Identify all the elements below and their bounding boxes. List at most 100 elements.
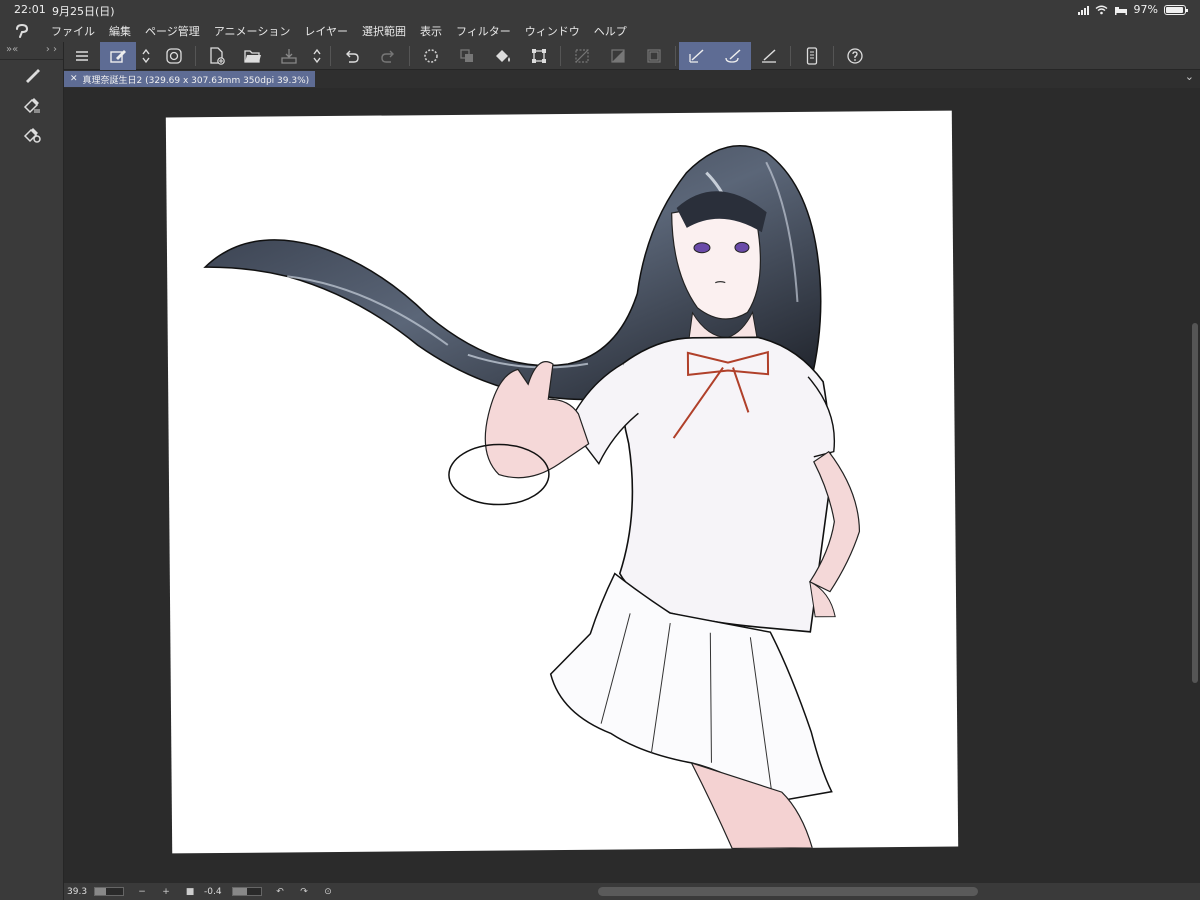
cellular-signal-icon <box>1077 5 1089 15</box>
select-all-icon <box>647 48 661 63</box>
separator <box>675 45 676 66</box>
menu-selection[interactable]: 選択範囲 <box>355 23 413 39</box>
up-down-chevron-icon <box>313 48 321 63</box>
chevron-down-icon[interactable]: ⌄ <box>1185 70 1194 83</box>
pen-icon <box>26 69 40 83</box>
reset-rotation-icon[interactable]: ⊙ <box>316 887 340 897</box>
invert-selection-button[interactable] <box>600 42 636 70</box>
close-tab-icon[interactable]: ✕ <box>70 74 78 84</box>
save-button[interactable] <box>271 42 307 70</box>
copy-icon <box>460 48 473 62</box>
eraser-gear-icon <box>23 128 41 143</box>
snap-grid-icon <box>762 48 776 63</box>
vertical-scrollbar[interactable] <box>1192 323 1198 683</box>
snap-ruler-button[interactable] <box>679 41 715 70</box>
edit-mode-button[interactable] <box>100 41 136 70</box>
up-down-chevron-icon <box>142 48 150 63</box>
smartphone-icon <box>806 46 818 65</box>
mode-toggle-button[interactable] <box>136 42 156 70</box>
menu-view[interactable]: 表示 <box>413 23 449 39</box>
deselect-icon <box>575 48 589 63</box>
transform-icon <box>532 48 546 63</box>
open-file-button[interactable] <box>235 42 271 70</box>
hamburger-icon <box>76 50 88 61</box>
copy-layer-button[interactable] <box>449 42 485 70</box>
smartphone-button[interactable] <box>794 42 830 70</box>
companion-mode-button[interactable] <box>156 42 192 70</box>
app-logo-icon[interactable] <box>0 24 44 38</box>
menu-window[interactable]: ウィンドウ <box>518 23 587 39</box>
expand-right-icon[interactable]: › › <box>46 44 57 57</box>
undo-icon <box>346 50 359 63</box>
command-bar <box>64 41 1200 70</box>
zoom-value[interactable]: 39.3 <box>64 887 94 897</box>
zoom-slider[interactable] <box>94 887 124 896</box>
battery-icon <box>1164 4 1188 15</box>
tool-palette: »« › › <box>0 42 64 900</box>
save-options-toggle[interactable] <box>307 42 327 70</box>
fit-screen-button[interactable]: ■ <box>178 887 202 897</box>
new-file-icon <box>210 46 225 65</box>
snap-special-ruler-button[interactable] <box>715 41 751 70</box>
document-tab-bar: ✕ 真理奈誕生日2 (329.69 x 307.63mm 350dpi 39.3… <box>64 70 1200 88</box>
rotation-slider[interactable] <box>232 887 262 896</box>
eraser-settings-tool[interactable] <box>0 120 64 150</box>
save-icon <box>281 48 297 64</box>
snap-special-ruler-icon <box>725 48 741 63</box>
transform-button[interactable] <box>521 42 557 70</box>
rotate-left-icon[interactable]: ↶ <box>268 887 292 897</box>
spinner-icon <box>424 48 438 63</box>
help-icon <box>847 47 863 64</box>
select-all-button[interactable] <box>636 42 672 70</box>
snap-grid-button[interactable] <box>751 42 787 70</box>
menu-page[interactable]: ページ管理 <box>138 23 207 39</box>
menu-bar: ファイル 編集 ページ管理 アニメーション レイヤー 選択範囲 表示 フィルター… <box>0 20 1200 42</box>
eraser-icon <box>23 98 40 114</box>
loading-button[interactable] <box>413 42 449 70</box>
collapse-left-icon[interactable]: »« <box>6 44 18 57</box>
status-time: 22:01 <box>14 3 46 16</box>
separator <box>330 45 331 66</box>
invert-selection-icon <box>611 48 625 63</box>
new-file-button[interactable] <box>199 42 235 70</box>
bottom-nav-bar: 39.3 − + ■ -0.4 ↶ ↷ ⊙ <box>64 883 1200 900</box>
menu-layer[interactable]: レイヤー <box>297 23 355 39</box>
menu-animation[interactable]: アニメーション <box>207 23 298 39</box>
separator <box>560 45 561 66</box>
undo-button[interactable] <box>334 42 370 70</box>
status-date: 9月25日(日) <box>52 5 115 18</box>
menu-filter[interactable]: フィルター <box>449 23 518 39</box>
menu-help[interactable]: ヘルプ <box>587 23 634 39</box>
separator <box>195 45 196 66</box>
palette-collapse-controls[interactable]: »« › › <box>0 42 63 60</box>
folder-open-icon <box>244 49 261 63</box>
deselect-button[interactable] <box>564 42 600 70</box>
edit-mode-icon <box>110 49 126 63</box>
horizontal-scrollbar[interactable] <box>598 887 978 896</box>
zoom-in-button[interactable]: + <box>154 887 178 897</box>
wifi-icon <box>1095 5 1107 14</box>
battery-percent: 97% <box>1133 3 1158 16</box>
artwork-illustration <box>203 145 861 850</box>
separator <box>790 45 791 66</box>
separator <box>409 45 410 66</box>
menu-file[interactable]: ファイル <box>44 23 102 39</box>
spiral-icon <box>166 47 182 64</box>
canvas-paper[interactable] <box>165 110 959 854</box>
redo-icon <box>381 50 394 63</box>
rotation-value[interactable]: -0.4 <box>202 887 232 897</box>
status-bar: 22:01 9月25日(日) 97% <box>0 0 1200 20</box>
bed-icon <box>1114 6 1127 15</box>
document-tab-label: 真理奈誕生日2 (329.69 x 307.63mm 350dpi 39.3%) <box>82 75 310 86</box>
menu-edit[interactable]: 編集 <box>102 23 138 39</box>
eraser-tool[interactable] <box>0 90 64 120</box>
help-button[interactable] <box>837 42 873 70</box>
fill-button[interactable] <box>485 42 521 70</box>
rotate-right-icon[interactable]: ↷ <box>292 887 316 897</box>
document-tab[interactable]: ✕ 真理奈誕生日2 (329.69 x 307.63mm 350dpi 39.3… <box>64 71 316 87</box>
hamburger-menu-button[interactable] <box>64 42 100 70</box>
redo-button[interactable] <box>370 42 406 70</box>
canvas-area[interactable] <box>64 88 1200 883</box>
pen-tool[interactable] <box>0 60 64 90</box>
zoom-out-button[interactable]: − <box>130 887 154 897</box>
